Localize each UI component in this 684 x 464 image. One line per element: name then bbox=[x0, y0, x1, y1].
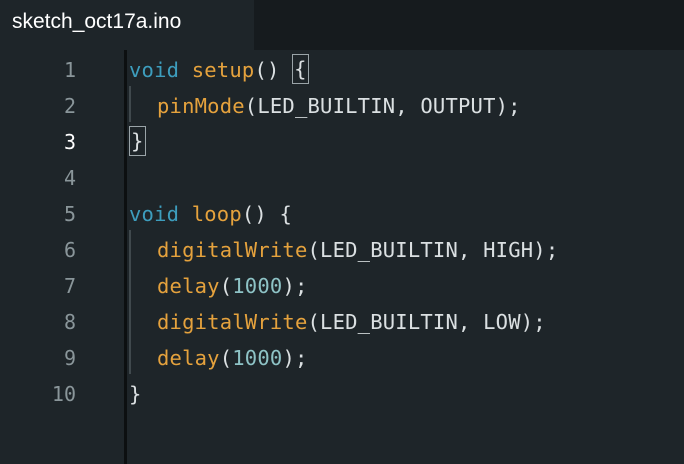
token-number: 1000 bbox=[232, 346, 283, 370]
line-number: 5 bbox=[63, 202, 76, 226]
line-code[interactable]: delay(1000); bbox=[157, 340, 308, 376]
token-function: delay bbox=[157, 274, 220, 298]
token-function: delay bbox=[157, 346, 220, 370]
code-line: 3 } bbox=[0, 124, 684, 160]
line-code[interactable]: pinMode(LED_BUILTIN, OUTPUT); bbox=[157, 88, 521, 124]
token-text: (LED_BUILTIN, OUTPUT); bbox=[244, 94, 521, 118]
line-number: 9 bbox=[63, 346, 76, 370]
line-number-active: 3 bbox=[63, 130, 76, 154]
token-text: } bbox=[129, 382, 142, 406]
token-function: pinMode bbox=[157, 94, 245, 118]
code-line: 7 delay(1000); bbox=[0, 268, 684, 304]
line-code[interactable]: } bbox=[129, 376, 142, 412]
ide-window: sketch_oct17a.ino 1 void setup() { 2 pin… bbox=[0, 0, 684, 464]
line-number: 8 bbox=[63, 310, 76, 334]
line-code[interactable]: void setup() { bbox=[129, 52, 309, 88]
line-number: 2 bbox=[63, 94, 76, 118]
line-number: 10 bbox=[51, 382, 76, 406]
code-line: 10 } bbox=[0, 376, 684, 412]
token-text: ( bbox=[219, 274, 233, 298]
line-code[interactable]: delay(1000); bbox=[157, 268, 308, 304]
tab-sketch-file[interactable]: sketch_oct17a.ino bbox=[0, 0, 254, 50]
code-line: 9 delay(1000); bbox=[0, 340, 684, 376]
code-line: 6 digitalWrite(LED_BUILTIN, HIGH); bbox=[0, 232, 684, 268]
token-text: (LED_BUILTIN, LOW); bbox=[307, 310, 546, 334]
line-number: 1 bbox=[63, 58, 76, 82]
code-line: 2 pinMode(LED_BUILTIN, OUTPUT); bbox=[0, 88, 684, 124]
line-code[interactable]: } bbox=[129, 124, 146, 160]
token-text: () bbox=[254, 58, 293, 82]
line-code[interactable]: digitalWrite(LED_BUILTIN, LOW); bbox=[157, 304, 546, 340]
token-text: ( bbox=[219, 346, 233, 370]
code-editor[interactable]: 1 void setup() { 2 pinMode(LED_BUILTIN, … bbox=[0, 50, 684, 464]
code-line: 8 digitalWrite(LED_BUILTIN, LOW); bbox=[0, 304, 684, 340]
token-keyword: void bbox=[129, 202, 180, 226]
token-function: digitalWrite bbox=[157, 238, 308, 262]
line-number: 7 bbox=[63, 274, 76, 298]
token-text: ); bbox=[282, 274, 308, 298]
line-code[interactable]: void loop() { bbox=[129, 196, 292, 232]
token-text: (LED_BUILTIN, HIGH); bbox=[307, 238, 559, 262]
bracket-match-highlight: } bbox=[129, 126, 146, 156]
bracket-match-highlight: { bbox=[292, 54, 309, 84]
token-function: setup bbox=[191, 58, 255, 82]
token-text: () { bbox=[241, 202, 293, 226]
token-number: 1000 bbox=[232, 274, 283, 298]
token-keyword: void bbox=[129, 58, 180, 82]
code-line: 5 void loop() { bbox=[0, 196, 684, 232]
line-number: 4 bbox=[63, 166, 76, 190]
tab-bar: sketch_oct17a.ino bbox=[0, 0, 684, 50]
code-line: 4 bbox=[0, 160, 684, 196]
line-number: 6 bbox=[63, 238, 76, 262]
token-function: digitalWrite bbox=[157, 310, 308, 334]
line-code[interactable]: digitalWrite(LED_BUILTIN, HIGH); bbox=[157, 232, 558, 268]
code-line: 1 void setup() { bbox=[0, 52, 684, 88]
token-function: loop bbox=[191, 202, 242, 226]
token-text: ); bbox=[282, 346, 308, 370]
